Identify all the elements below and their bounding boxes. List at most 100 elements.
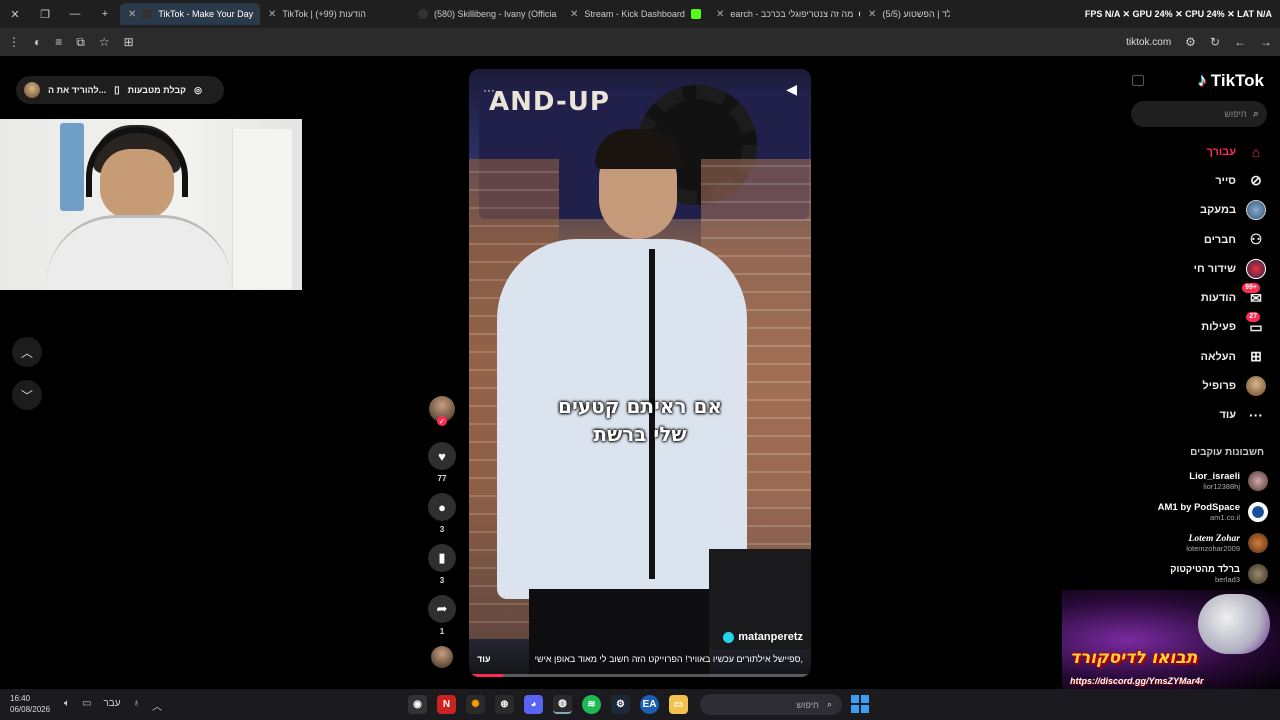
- back-icon[interactable]: ←: [1234, 35, 1246, 49]
- sidebar-item-profile[interactable]: פרופיל: [1106, 371, 1266, 400]
- language-indicator[interactable]: עבר: [103, 698, 120, 713]
- following-accounts-title: חשבונות עוקבים: [1190, 447, 1264, 458]
- sidebar-item-following[interactable]: במעקב: [1106, 196, 1266, 225]
- sidebar-item-label: חברים: [1203, 233, 1236, 246]
- see-more-link[interactable]: עוד: [477, 654, 491, 664]
- tab-episode[interactable]: ✕ פרק 2 - ילד | הפשטוע (5/5): [860, 3, 950, 25]
- next-video-button[interactable]: ﹀: [12, 380, 42, 410]
- sidebar-item-friends[interactable]: חברים ⚇: [1106, 225, 1266, 254]
- tab-google[interactable]: ✕ earch - מה זה צנטריפוגלי בכרכב: [708, 3, 860, 25]
- volume-icon[interactable]: ◀: [786, 81, 797, 98]
- bookmark-star-icon[interactable]: ☆: [99, 35, 110, 49]
- sidebar-item-upload[interactable]: העלאה ⊞: [1106, 342, 1266, 371]
- system-tray: 🔈︎ ▭ עבר ♁ ︿: [64, 698, 162, 713]
- avatar: [1248, 502, 1268, 522]
- video-progress-bar[interactable]: [469, 674, 811, 677]
- install-app-icon[interactable]: ⊞: [124, 35, 134, 49]
- sidebar-item-activity[interactable]: פעילות ▭ 27: [1106, 312, 1266, 342]
- background-door: [232, 129, 292, 289]
- extension-icon[interactable]: ◐: [34, 35, 41, 49]
- taskbar-search-placeholder: חיפוש: [796, 699, 819, 710]
- like-button[interactable]: ♥: [428, 442, 456, 470]
- obs-icon[interactable]: ◉: [408, 695, 427, 714]
- claude-icon[interactable]: ✺: [466, 695, 485, 714]
- reload-icon[interactable]: ↻: [1210, 35, 1220, 49]
- forward-icon[interactable]: →: [1260, 35, 1272, 49]
- close-tab-icon[interactable]: ✕: [716, 9, 724, 20]
- close-window-icon[interactable]: ✕: [0, 0, 30, 28]
- streamer-face: [100, 149, 174, 219]
- network-icon[interactable]: ▭: [82, 698, 91, 713]
- sidebar-item-label: שידור חי: [1193, 262, 1236, 275]
- avatar: [1248, 533, 1268, 553]
- tab-messages[interactable]: ✕ TikTok | הודעות (99+): [260, 3, 410, 25]
- music-disc-avatar[interactable]: [431, 646, 453, 668]
- following-account[interactable]: Lior_israeli lior12388hj: [1128, 469, 1268, 493]
- account-handle: lior12388hj: [1203, 482, 1240, 491]
- more-options-icon[interactable]: ···: [483, 83, 495, 97]
- following-account[interactable]: AM1 by PodSpace am1.co.il: [1128, 500, 1268, 524]
- volume-icon[interactable]: 🔈︎: [64, 698, 70, 713]
- following-account[interactable]: Lotem Zohar lotemzohar2009: [1128, 531, 1268, 555]
- tiktok-logo[interactable]: ♪ TikTok: [1198, 70, 1264, 91]
- sidebar-item-label: במעקב: [1200, 204, 1236, 217]
- ea-icon[interactable]: EA: [640, 695, 659, 714]
- tab-youtube[interactable]: (580) Skillibeng - Ivany (Officia: [410, 3, 562, 25]
- sidebar-item-explore[interactable]: סייר ⊘: [1106, 166, 1266, 195]
- download-app-text[interactable]: להוריד את ה...: [48, 85, 106, 95]
- close-tab-icon[interactable]: ✕: [268, 9, 276, 20]
- creator-avatar[interactable]: ✓: [429, 396, 455, 426]
- steam-icon[interactable]: ⚙: [611, 695, 630, 714]
- previous-video-button[interactable]: ︿: [12, 337, 42, 367]
- video-player[interactable]: AND-UP אם ראיתם קטעים שלי ברשת ··· ◀ mat…: [469, 69, 811, 677]
- close-tab-icon[interactable]: ✕: [570, 9, 578, 20]
- follow-plus-icon[interactable]: ✓: [437, 416, 447, 426]
- netflix-icon[interactable]: N: [437, 695, 456, 714]
- collapse-sidebar-icon[interactable]: [1132, 75, 1144, 86]
- close-tab-icon[interactable]: ✕: [868, 9, 876, 20]
- sidebar-item-more[interactable]: עוד ···: [1106, 401, 1266, 430]
- sidebar-item-messages[interactable]: הודעות ✉ 99+: [1106, 283, 1266, 312]
- coins-pill[interactable]: להוריד את ה... ▯ קבלת מטבעות ◎: [16, 76, 224, 104]
- more-icon: ···: [1249, 407, 1263, 424]
- tab-kick[interactable]: ✕ Stream - Kick Dashboard: [562, 3, 708, 25]
- microphone-icon[interactable]: ♁: [133, 698, 141, 713]
- tab-tiktok[interactable]: ✕ TikTok - Make Your Day ♪: [120, 3, 260, 25]
- minimize-window-icon[interactable]: —: [60, 0, 90, 28]
- start-button[interactable]: [851, 695, 869, 713]
- video-author[interactable]: matanperetz: [723, 631, 803, 643]
- taskbar-search[interactable]: חיפוש ⌕: [700, 694, 842, 715]
- get-coins-text[interactable]: קבלת מטבעות: [128, 85, 186, 95]
- save-button[interactable]: ▮: [428, 544, 456, 572]
- search-input[interactable]: חיפוש ⌕: [1131, 101, 1267, 127]
- friends-icon: ⚇: [1249, 231, 1263, 248]
- spotify-icon[interactable]: ≋: [582, 695, 601, 714]
- chrome-icon[interactable]: ◍: [553, 695, 572, 714]
- author-name[interactable]: matanperetz: [738, 631, 803, 643]
- share-count: 1: [439, 627, 445, 636]
- restore-window-icon[interactable]: ❐: [30, 0, 60, 28]
- comment-count: 3: [439, 525, 445, 534]
- site-settings-icon[interactable]: ⚙: [1185, 35, 1196, 49]
- menu-dots-icon[interactable]: ⋮: [8, 35, 20, 49]
- sidebar-item-label: פעילות: [1201, 321, 1236, 334]
- close-tab-icon[interactable]: ✕: [128, 9, 136, 20]
- following-account[interactable]: ברלד מהטיקטוק berlad3: [1128, 562, 1268, 586]
- tray-expand-icon[interactable]: ︿: [152, 698, 162, 713]
- comment-button[interactable]: ●: [428, 493, 456, 521]
- profile-avatar-icon: [1246, 376, 1266, 397]
- url-field[interactable]: tiktok.com: [1126, 37, 1171, 48]
- chatgpt-icon[interactable]: ⊛: [495, 695, 514, 714]
- share-button[interactable]: ➦: [428, 595, 456, 623]
- video-actions: ✓ ♥ 77 ● 3 ▮ 3 ➦ 1: [428, 396, 456, 668]
- new-tab-button[interactable]: +: [90, 0, 120, 28]
- system-clock[interactable]: 16:40 06/08/2026: [10, 693, 50, 715]
- discord-icon[interactable]: ◕: [524, 695, 543, 714]
- sidebar-item-for-you[interactable]: עבורך ⌂: [1106, 137, 1266, 166]
- account-name: Lior_israeli: [1189, 471, 1240, 482]
- reader-icon[interactable]: ≡: [55, 35, 62, 49]
- sidebar-item-live[interactable]: שידור חי: [1106, 254, 1266, 283]
- streamer-shirt: [46, 215, 232, 290]
- file-explorer-icon[interactable]: ▭: [669, 695, 688, 714]
- extensions-puzzle-icon[interactable]: ⧉: [76, 35, 85, 50]
